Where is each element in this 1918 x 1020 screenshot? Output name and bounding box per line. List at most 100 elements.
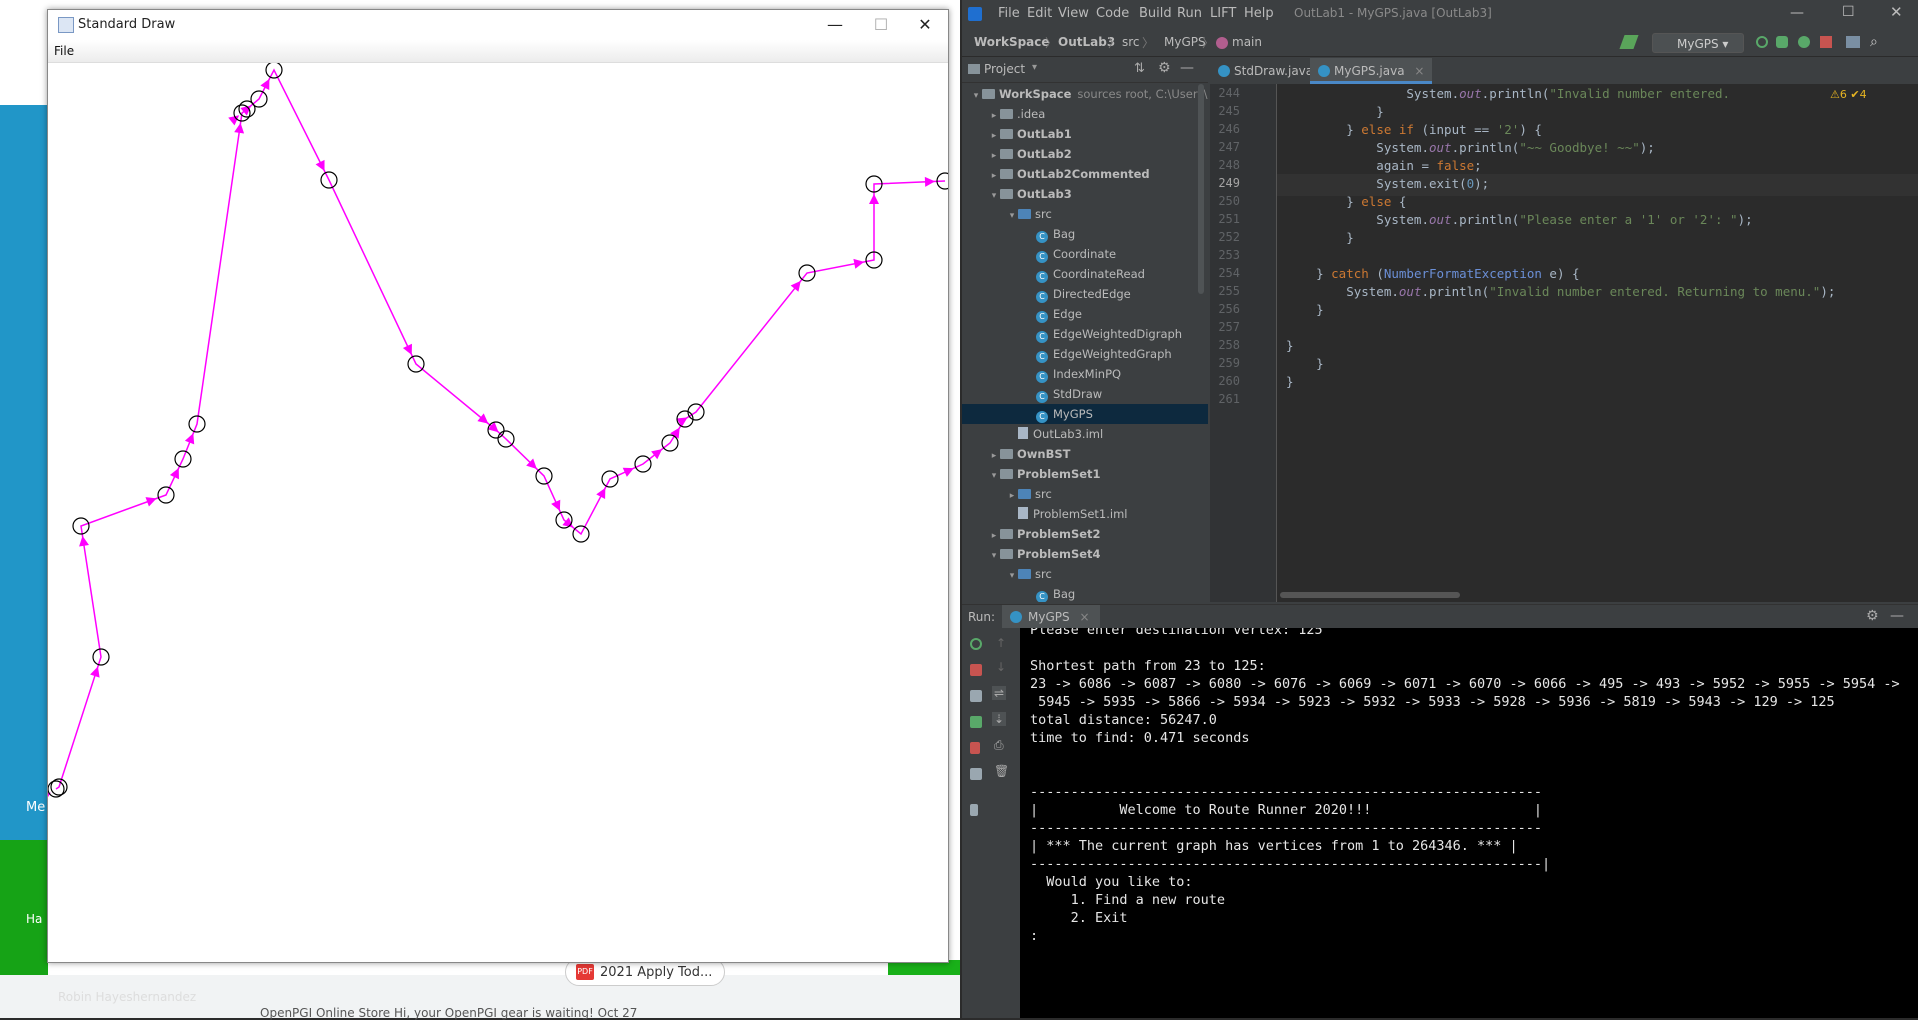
breadcrumb-class[interactable]: MyGPS	[1164, 35, 1206, 49]
collapse-all-icon[interactable]: ⇅	[1134, 61, 1145, 76]
chevron-right-icon[interactable]: ▸	[988, 446, 1000, 464]
menu-run[interactable]: Run	[1177, 6, 1202, 21]
print-icon[interactable]: ⎙	[994, 738, 1004, 753]
breadcrumb-outlab3[interactable]: OutLab3	[1058, 35, 1115, 49]
project-structure-icon[interactable]	[1846, 36, 1860, 48]
tree-item[interactable]: C Bag	[962, 584, 1208, 602]
tree-item[interactable]: C StdDraw	[962, 384, 1208, 404]
breadcrumb-method[interactable]: main	[1232, 35, 1262, 49]
pin-icon[interactable]	[970, 804, 978, 816]
breadcrumb-src[interactable]: src	[1122, 35, 1140, 49]
menu-code[interactable]: Code	[1096, 6, 1129, 21]
tree-item[interactable]: C MyGPS	[962, 404, 1208, 424]
menu-file[interactable]: File	[54, 44, 74, 58]
camera-icon[interactable]	[970, 690, 982, 702]
layout-icon[interactable]	[970, 768, 982, 780]
menu-lift[interactable]: LIFT	[1210, 6, 1236, 21]
close-icon[interactable]: ×	[1079, 610, 1089, 624]
close-icon[interactable]: ×	[1414, 64, 1424, 78]
tree-item[interactable]: C CoordinateRead	[962, 264, 1208, 284]
project-title[interactable]: Project	[984, 62, 1025, 76]
tree-item[interactable]: ▸ OutLab2	[962, 144, 1208, 164]
tree-item[interactable]: C EdgeWeightedDigraph	[962, 324, 1208, 344]
menu-help[interactable]: Help	[1244, 6, 1274, 21]
stop-icon[interactable]	[1820, 36, 1832, 48]
breadcrumb-workspace[interactable]: WorkSpace	[974, 35, 1050, 49]
trash-icon[interactable]: 🗑	[994, 764, 1009, 778]
tree-item[interactable]: C EdgeWeightedGraph	[962, 344, 1208, 364]
gear-icon[interactable]: ⚙	[1866, 608, 1879, 624]
tree-item[interactable]: C Edge	[962, 304, 1208, 324]
code-area[interactable]: System.out.println("Invalid number enter…	[1210, 84, 1918, 602]
tree-item[interactable]: C IndexMinPQ	[962, 364, 1208, 384]
coverage-icon[interactable]	[1798, 36, 1810, 48]
chevron-right-icon[interactable]: ▸	[988, 166, 1000, 184]
tree-scrollbar[interactable]	[1198, 84, 1204, 294]
menu-build[interactable]: Build	[1139, 6, 1172, 21]
tree-item[interactable]: C Bag	[962, 224, 1208, 244]
tree-item[interactable]: ▸ .idea	[962, 104, 1208, 124]
chevron-down-icon[interactable]: ▾	[988, 186, 1000, 204]
close-button[interactable]: ✕	[1890, 3, 1903, 21]
tree-item[interactable]: ▾ src	[962, 204, 1208, 224]
maximize-button[interactable]: ☐	[858, 10, 904, 40]
tree-item[interactable]: OutLab3.iml	[962, 424, 1208, 444]
chevron-down-icon[interactable]: ▾	[1006, 566, 1018, 584]
build-hammer-icon[interactable]	[1619, 35, 1639, 49]
minimize-button[interactable]: —	[812, 10, 858, 40]
hide-panel-icon[interactable]: —	[1180, 60, 1194, 76]
rerun-icon[interactable]	[970, 638, 982, 650]
minimize-button[interactable]: —	[1790, 5, 1804, 21]
tab-mygps[interactable]: MyGPS.java ×	[1310, 58, 1433, 84]
chevron-down-icon[interactable]: ▾	[988, 546, 1000, 564]
tree-item[interactable]: ▾ src	[962, 564, 1208, 584]
inspection-widget[interactable]: ⚠6 ✔4	[1830, 88, 1867, 101]
debug-icon[interactable]	[1776, 36, 1788, 48]
search-icon[interactable]: ⌕	[1870, 34, 1878, 50]
tree-item[interactable]: ▾ ProblemSet1	[962, 464, 1208, 484]
tree-item[interactable]: ▾ ProblemSet4	[962, 544, 1208, 564]
menu-file[interactable]: File	[998, 6, 1020, 21]
tab-run-mygps[interactable]: MyGPS ×	[1002, 605, 1100, 629]
chevron-down-icon[interactable]: ▾	[970, 86, 982, 104]
chat-user-name[interactable]: Robin Hayeshernandez	[58, 990, 196, 1004]
run-config-select[interactable]: MyGPS ▾	[1652, 33, 1744, 53]
hide-panel-icon[interactable]: —	[1890, 608, 1904, 624]
tree-item[interactable]: ▸ OutLab2Commented	[962, 164, 1208, 184]
maximize-button[interactable]: ☐	[1842, 4, 1855, 20]
arrow-down-icon[interactable]: ↓	[996, 660, 1006, 674]
menu-edit[interactable]: Edit	[1027, 6, 1052, 21]
gear-icon[interactable]: ⚙	[1158, 60, 1171, 76]
arrow-up-icon[interactable]: ↑	[996, 636, 1006, 650]
tree-item[interactable]: C DirectedEdge	[962, 284, 1208, 304]
chevron-right-icon[interactable]: ▸	[988, 106, 1000, 124]
exit-icon[interactable]	[970, 742, 980, 754]
tree-item[interactable]: ▸ OutLab1	[962, 124, 1208, 144]
chevron-right-icon[interactable]: ▸	[1006, 486, 1018, 504]
run-console[interactable]: Please enter destination vertex: 125 Shor…	[1020, 628, 1918, 1018]
tree-item[interactable]: ▾ WorkSpace sources root, C:\Users\R	[962, 84, 1208, 104]
chevron-right-icon[interactable]: ▸	[988, 526, 1000, 544]
tree-item[interactable]: ▸ src	[962, 484, 1208, 504]
chevron-down-icon[interactable]: ▾	[1032, 62, 1037, 73]
chevron-right-icon[interactable]: ▸	[988, 146, 1000, 164]
rerun-icon[interactable]	[1756, 36, 1768, 48]
tree-item[interactable]: ProblemSet1.iml	[962, 504, 1208, 524]
class-icon: C	[1036, 251, 1048, 263]
stop-icon[interactable]	[970, 664, 982, 676]
tree-item[interactable]: ▸ OwnBST	[962, 444, 1208, 464]
chevron-down-icon[interactable]: ▾	[1006, 206, 1018, 224]
tree-item[interactable]: ▸ ProblemSet2	[962, 524, 1208, 544]
menu-view[interactable]: View	[1058, 6, 1089, 21]
code-editor[interactable]: 244 245 246 247 248 249 250 251 252 253 254 255 256 2…	[1210, 84, 1918, 602]
tree-item[interactable]: C Coordinate	[962, 244, 1208, 264]
chevron-down-icon[interactable]: ▾	[988, 466, 1000, 484]
close-button[interactable]: ✕	[902, 10, 948, 40]
tree-item[interactable]: ▾ OutLab3	[962, 184, 1208, 204]
standard-draw-titlebar[interactable]: Standard Draw — ☐ ✕	[48, 10, 948, 40]
editor-horizontal-scrollbar[interactable]	[1280, 592, 1460, 598]
soft-wrap-icon[interactable]: ⇌	[992, 686, 1007, 700]
scroll-to-end-icon[interactable]: ⇣	[992, 712, 1007, 726]
chevron-right-icon[interactable]: ▸	[988, 126, 1000, 144]
debug-icon[interactable]	[970, 716, 982, 728]
